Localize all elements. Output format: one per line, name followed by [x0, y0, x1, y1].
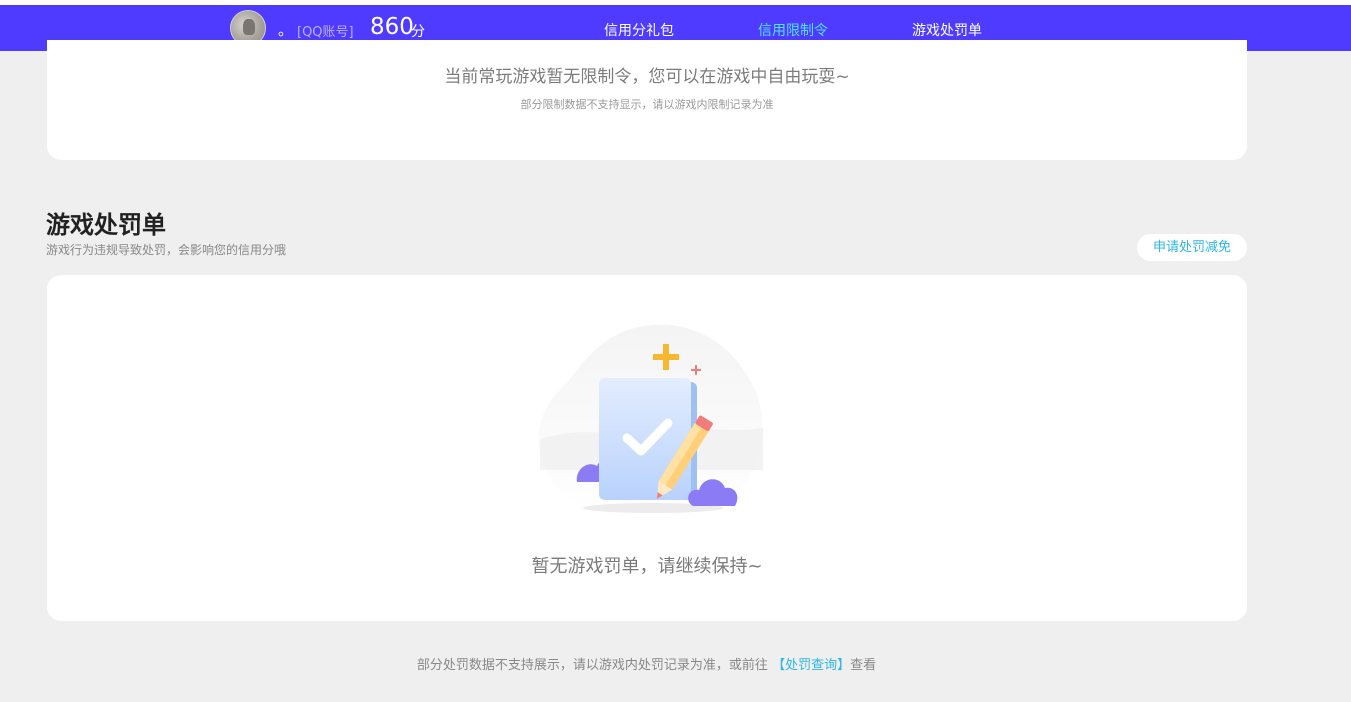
tab-credit-gift[interactable]: 信用分礼包 — [604, 20, 674, 40]
nickname: 。 — [278, 21, 294, 39]
restriction-empty-message: 当前常玩游戏暂无限制令，您可以在游戏中自由玩耍~ — [444, 67, 850, 87]
penalty-card: 暂无游戏罚单，请继续保持~ — [47, 275, 1247, 621]
restriction-note: 部分限制数据不支持显示，请以游戏内限制记录为准 — [520, 98, 774, 111]
section-title: 游戏处罚单 — [46, 211, 166, 239]
credit-score-unit: 分 — [411, 24, 425, 40]
footer-text: 部分处罚数据不支持展示，请以游戏内处罚记录为准，或前往 — [416, 658, 768, 673]
account-type-label: [QQ账号] — [297, 25, 354, 40]
section-description: 游戏行为违规导致处罚，会影响您的信用分哦 — [46, 243, 287, 257]
penalty-query-link[interactable]: 【处罚查询】 — [772, 658, 850, 673]
apply-penalty-reduction-button[interactable]: 申请处罚减免 — [1137, 234, 1247, 261]
penalty-empty-message: 暂无游戏罚单，请继续保持~ — [531, 556, 763, 577]
restriction-card: 当前常玩游戏暂无限制令，您可以在游戏中自由玩耍~ 部分限制数据不支持显示，请以游… — [47, 40, 1247, 160]
tab-credit-restriction[interactable]: 信用限制令 — [758, 20, 828, 40]
tab-game-penalty[interactable]: 游戏处罚单 — [912, 20, 982, 40]
empty-state-illustration — [538, 324, 763, 519]
footer-note: 部分处罚数据不支持展示，请以游戏内处罚记录为准，或前往 【处罚查询】查看 — [0, 654, 1293, 673]
folder-front-shape — [599, 378, 691, 500]
credit-score: 860 — [370, 14, 414, 40]
footer-text-suffix: 查看 — [850, 658, 877, 673]
